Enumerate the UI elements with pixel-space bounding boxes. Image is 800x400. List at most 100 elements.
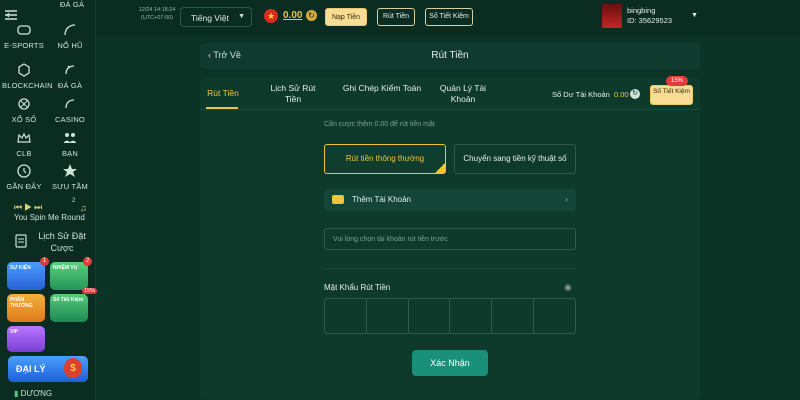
left-sidebar: ĐÁ GÀ E-SPORTS NỔ HŨ BLOCKCHAIN ĐÁ GÀ XỔ… (0, 0, 98, 400)
sidebar-item-da-ga[interactable]: ĐÁ GÀ (48, 62, 92, 90)
confirm-button[interactable]: Xác Nhận (412, 350, 488, 376)
prev-icon[interactable]: ⏮ (14, 202, 24, 212)
avatar[interactable] (602, 4, 622, 28)
wager-requirement-hint: Cần cược thêm 0.00 để rút tiền mặt (324, 121, 435, 128)
sidebar-item-label: ĐÁ GÀ (57, 81, 83, 90)
deposit-button[interactable]: Nạp Tiền (325, 8, 367, 26)
agent-button[interactable]: ĐẠI LÝ $ (8, 356, 88, 382)
event-badge: 1 (40, 257, 49, 266)
next-icon[interactable]: ⏭ (34, 202, 44, 212)
sidebar-item-casino[interactable]: CASINO (48, 96, 92, 124)
music-controls[interactable]: ⏮▶⏭ (14, 202, 44, 213)
sidebar-item-label: CLB (16, 149, 32, 158)
rooster-icon (65, 65, 75, 75)
promo-reward[interactable]: PHẦN THƯỞNG (7, 294, 45, 322)
spin-count-badge: 2 (72, 198, 76, 204)
sidebar-item-clb[interactable]: CLB (2, 130, 46, 158)
star-icon (63, 164, 77, 177)
sidebar-item-label: E-SPORTS (4, 41, 44, 50)
sidebar-item-label: CASINO (55, 115, 85, 124)
promo-label: Số Tiết Kiệm (53, 297, 84, 303)
sidebar-item-label: BẠN (61, 149, 79, 158)
friends-icon (64, 133, 76, 143)
withdraw-button[interactable]: Rút Tiền (377, 8, 415, 26)
withdraw-password-label: Mật Khẩu Rút Tiền (324, 283, 391, 292)
promo-vip[interactable]: VIP (7, 326, 45, 352)
sidebar-item-gan-day[interactable]: GẦN ĐÂY (2, 163, 46, 191)
withdraw-password-input[interactable] (324, 298, 576, 334)
add-account-row[interactable]: Thêm Tài Khoản › (324, 189, 576, 211)
sidebar-item-label: SƯU TẦM (51, 182, 88, 191)
esports-icon (17, 25, 31, 35)
user-menu-chevron-icon[interactable]: ▼ (691, 12, 698, 19)
sidebar-item-ban[interactable]: BẠN (48, 130, 92, 158)
language-select[interactable]: Tiếng Việt ▼ (180, 7, 252, 27)
history-icon (15, 234, 27, 248)
bars-icon: ▮ (14, 389, 19, 398)
agent-label: ĐẠI LÝ (16, 364, 46, 374)
password-digit-box[interactable] (367, 299, 409, 333)
eye-icon[interactable]: ◉ (564, 282, 572, 293)
user-id: ID: 35629523 (627, 16, 673, 25)
promo-label: SỰ KIỆN (10, 265, 31, 271)
tab-withdraw-history[interactable]: Lịch Sử Rút Tiền (266, 83, 320, 105)
promo-savings[interactable]: Số Tiết Kiệm (50, 294, 88, 322)
password-digit-box[interactable] (409, 299, 451, 333)
top-balance: 0.00 (283, 10, 303, 21)
sidebar-item-label: BLOCKCHAIN (2, 81, 53, 90)
divider (324, 268, 576, 269)
sidebar-item-label: XỔ SỐ (11, 115, 37, 124)
method-digital-label: Chuyển sang tiền kỹ thuật số (463, 154, 567, 163)
play-icon[interactable]: ▶ (24, 202, 34, 212)
spin-track-label: You Spin Me Round (14, 213, 85, 222)
tab-withdraw[interactable]: Rút Tiền (206, 88, 240, 99)
money-bag-icon: $ (64, 358, 82, 378)
account-balance-value: 0.00 (614, 90, 629, 99)
music-note-icon: ♫ (80, 203, 87, 213)
method-normal-label: Rút tiền thông thường (345, 154, 425, 163)
crown-icon (17, 132, 31, 143)
chevron-down-icon: ▼ (238, 13, 245, 20)
account-balance-label: Số Dư Tài Khoản (552, 90, 610, 99)
promo-mission[interactable]: NHIỆM VỤ (50, 262, 88, 290)
savings-rate-badge: 15% (666, 76, 688, 86)
page-header: ‹ Trở Về Rút Tiền (200, 43, 700, 69)
history-label: Lịch Sử Đặt Cược (38, 231, 86, 253)
sidebar-bottom-label: ▮ DƯƠNG (14, 389, 52, 398)
savings-button[interactable]: Số Tiết Kiệm (650, 85, 693, 105)
sidebar-item-label: GẦN ĐÂY (6, 182, 42, 191)
card-icon (332, 195, 344, 204)
savings-top-button[interactable]: Số Tiết Kiệm (425, 8, 473, 26)
method-normal-withdraw[interactable]: Rút tiền thông thường (324, 144, 446, 174)
bet-history-link[interactable]: Lịch Sử Đặt Cược (8, 230, 90, 256)
method-digital-currency[interactable]: Chuyển sang tiền kỹ thuật số (454, 144, 576, 174)
chevron-right-icon: › (565, 194, 568, 204)
tab-audit-log[interactable]: Ghi Chép Kiểm Toán (342, 83, 422, 94)
password-digit-box[interactable] (534, 299, 575, 333)
language-value: Tiếng Việt (191, 13, 229, 23)
sidebar-item-da-ga-top[interactable]: ĐÁ GÀ (50, 0, 94, 9)
sidebar-item-label: ĐÁ GÀ (59, 0, 85, 9)
promo-label: VIP (10, 329, 19, 335)
promo-label: NHIỆM VỤ (53, 265, 78, 271)
tab-bar: Rút Tiền Lịch Sử Rút Tiền Ghi Chép Kiểm … (200, 76, 700, 110)
sidebar-item-no-hu[interactable]: NỔ HŨ (48, 22, 92, 50)
sidebar-item-esports[interactable]: E-SPORTS (2, 22, 46, 50)
password-digit-box[interactable] (492, 299, 535, 333)
sidebar-item-blockchain[interactable]: BLOCKCHAIN (2, 62, 53, 90)
sidebar-item-suu-tam[interactable]: SƯU TẦM (48, 163, 92, 191)
active-tab-indicator (206, 107, 238, 109)
casino-icon (65, 99, 75, 109)
refresh-balance-icon[interactable]: ↻ (306, 10, 317, 21)
vietnam-flag-icon: ★ (264, 9, 278, 23)
withdraw-account-select[interactable]: Vui lòng chọn tài khoản rút tiền trước (324, 228, 576, 250)
mission-badge: 2 (83, 257, 92, 266)
promo-event[interactable]: SỰ KIỆN (7, 262, 45, 290)
password-digit-box[interactable] (325, 299, 367, 333)
selected-check-icon (435, 163, 445, 173)
sidebar-item-xo-so[interactable]: XỔ SỐ (2, 96, 46, 124)
lottery-icon (18, 98, 30, 110)
password-digit-box[interactable] (450, 299, 493, 333)
tab-account-management[interactable]: Quản Lý Tài Khoản (434, 83, 492, 105)
refresh-icon[interactable]: ↻ (630, 89, 640, 99)
